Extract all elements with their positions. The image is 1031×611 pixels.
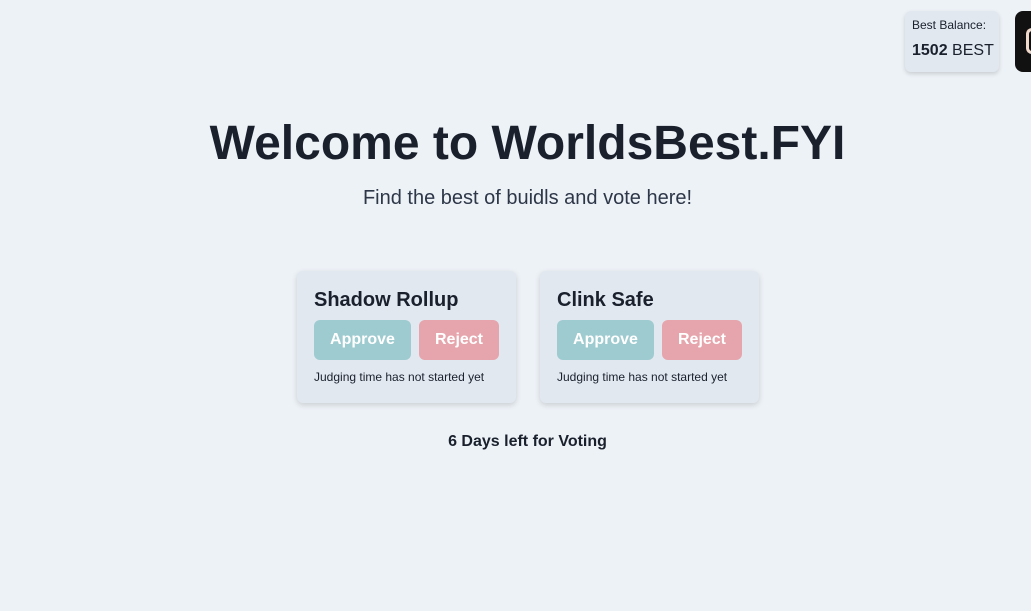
balance-card: Best Balance: 1502 BEST [905,11,999,72]
balance-value: 1502 BEST [912,42,999,60]
card-actions: Approve Reject [314,320,499,360]
page-subtitle: Find the best of buidls and vote here! [362,187,693,209]
card-actions: Approve Reject [557,320,742,360]
approve-button[interactable]: Approve [557,320,654,360]
page-title: Welcome to WorldsBest.FYI [209,117,846,170]
reject-button[interactable]: Reject [419,320,499,360]
wallet-button[interactable] [1015,11,1031,72]
judging-status: Judging time has not started yet [314,370,485,384]
approve-button[interactable]: Approve [314,320,411,360]
balance-amount: 1502 [912,42,948,59]
project-card: Shadow Rollup Approve Reject Judging tim… [297,271,516,403]
project-card: Clink Safe Approve Reject Judging time h… [540,271,759,403]
project-name: Shadow Rollup [314,289,459,311]
balance-unit: BEST [952,42,994,59]
wallet-icon [1026,28,1031,54]
reject-button[interactable]: Reject [662,320,742,360]
balance-label: Best Balance: [912,18,987,32]
project-cards: Shadow Rollup Approve Reject Judging tim… [297,271,759,403]
project-name: Clink Safe [557,289,654,311]
voting-days-left: 6 Days left for Voting [448,433,607,450]
page: Best Balance: 1502 BEST Welcome to World… [0,0,1031,611]
judging-status: Judging time has not started yet [557,370,728,384]
